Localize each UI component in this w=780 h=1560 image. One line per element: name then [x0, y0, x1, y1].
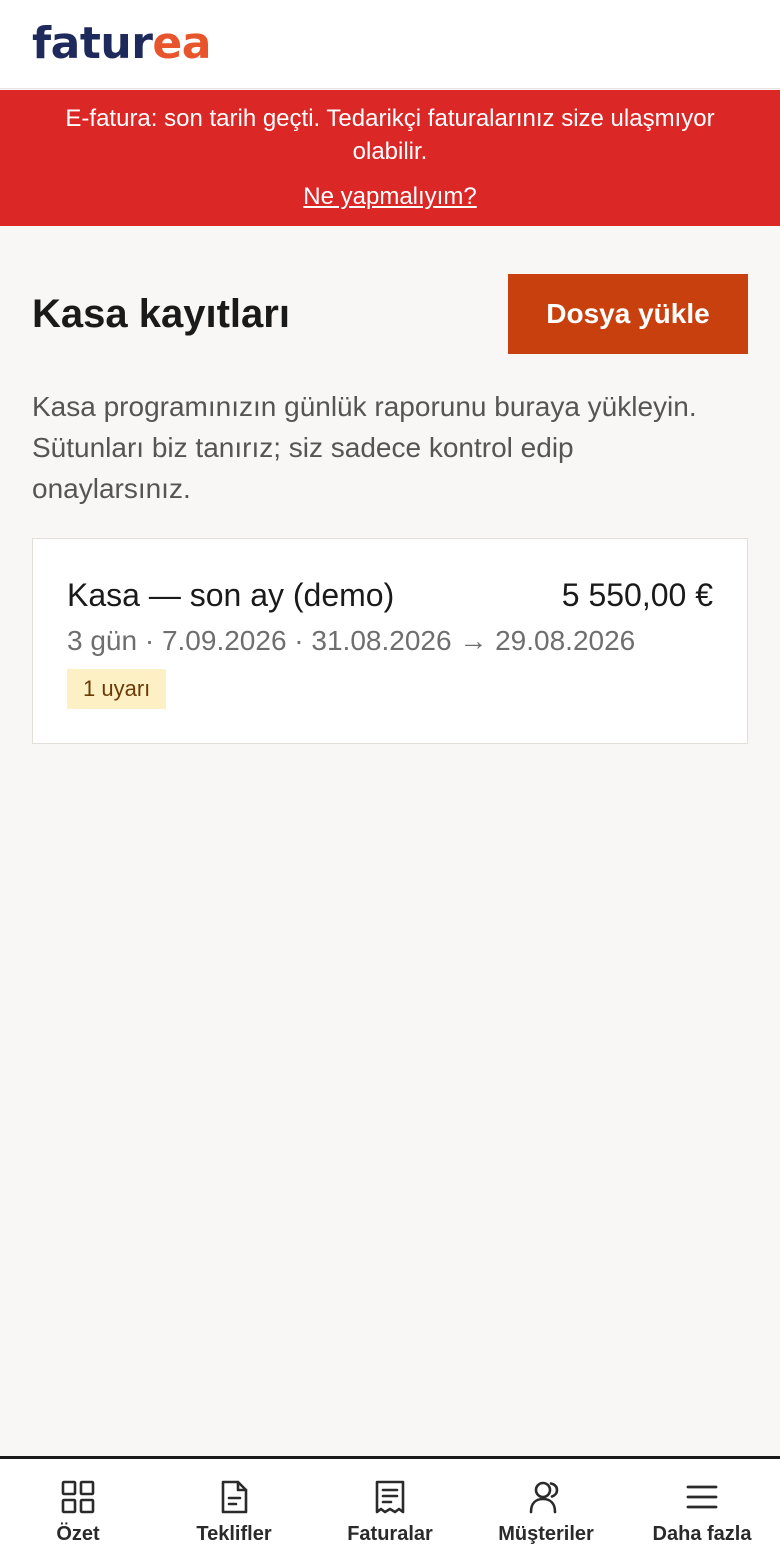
bottom-navigation: Özet Teklifler Faturalar Müşteriler Daha… — [0, 1456, 780, 1560]
record-meta: 3 gün · 7.09.2026 · 31.08.2026 → 29.08.2… — [67, 625, 636, 656]
page-title: Kasa kayıtları — [32, 292, 290, 336]
nav-label-ozet: Özet — [56, 1523, 100, 1545]
nav-label-musteriler: Müşteriler — [498, 1523, 594, 1545]
upload-file-button[interactable]: Dosya yükle — [508, 274, 748, 354]
deadline-warning-banner: E-fatura: son tarih geçti. Tedarikçi fat… — [0, 90, 780, 226]
users-icon — [528, 1479, 564, 1515]
page-description: Kasa programınızın günlük raporunu buray… — [32, 391, 697, 504]
menu-icon — [684, 1479, 720, 1515]
warning-badge: 1 uyarı — [67, 669, 167, 709]
logo-part1: fatur — [32, 18, 153, 69]
logo-part2: ea — [152, 18, 211, 69]
nav-item-faturalar[interactable]: Faturalar — [312, 1459, 468, 1560]
document-icon — [216, 1479, 252, 1515]
receipt-icon — [372, 1479, 408, 1515]
banner-message: E-fatura: son tarih geçti. Tedarikçi fat… — [65, 105, 715, 165]
nav-item-daha-fazla[interactable]: Daha fazla — [624, 1459, 780, 1560]
nav-item-teklifler[interactable]: Teklifler — [156, 1459, 312, 1560]
nav-label-teklifler: Teklifler — [196, 1523, 272, 1545]
record-amount: 5 550,00 € — [561, 577, 713, 613]
nav-item-musteriler[interactable]: Müşteriler — [468, 1459, 624, 1560]
nav-item-ozet[interactable]: Özet — [0, 1459, 156, 1560]
cash-record-card[interactable]: Kasa — son ay (demo) 5 550,00 € 3 gün · … — [32, 538, 748, 744]
nav-label-faturalar: Faturalar — [347, 1523, 433, 1545]
record-title: Kasa — son ay (demo) — [67, 577, 395, 613]
faturea-logo[interactable]: faturea — [32, 16, 211, 72]
nav-label-daha-fazla: Daha fazla — [652, 1523, 752, 1545]
top-header: faturea — [0, 0, 780, 89]
grid-icon — [60, 1479, 96, 1515]
banner-help-link[interactable]: Ne yapmalıyım? — [0, 182, 780, 212]
